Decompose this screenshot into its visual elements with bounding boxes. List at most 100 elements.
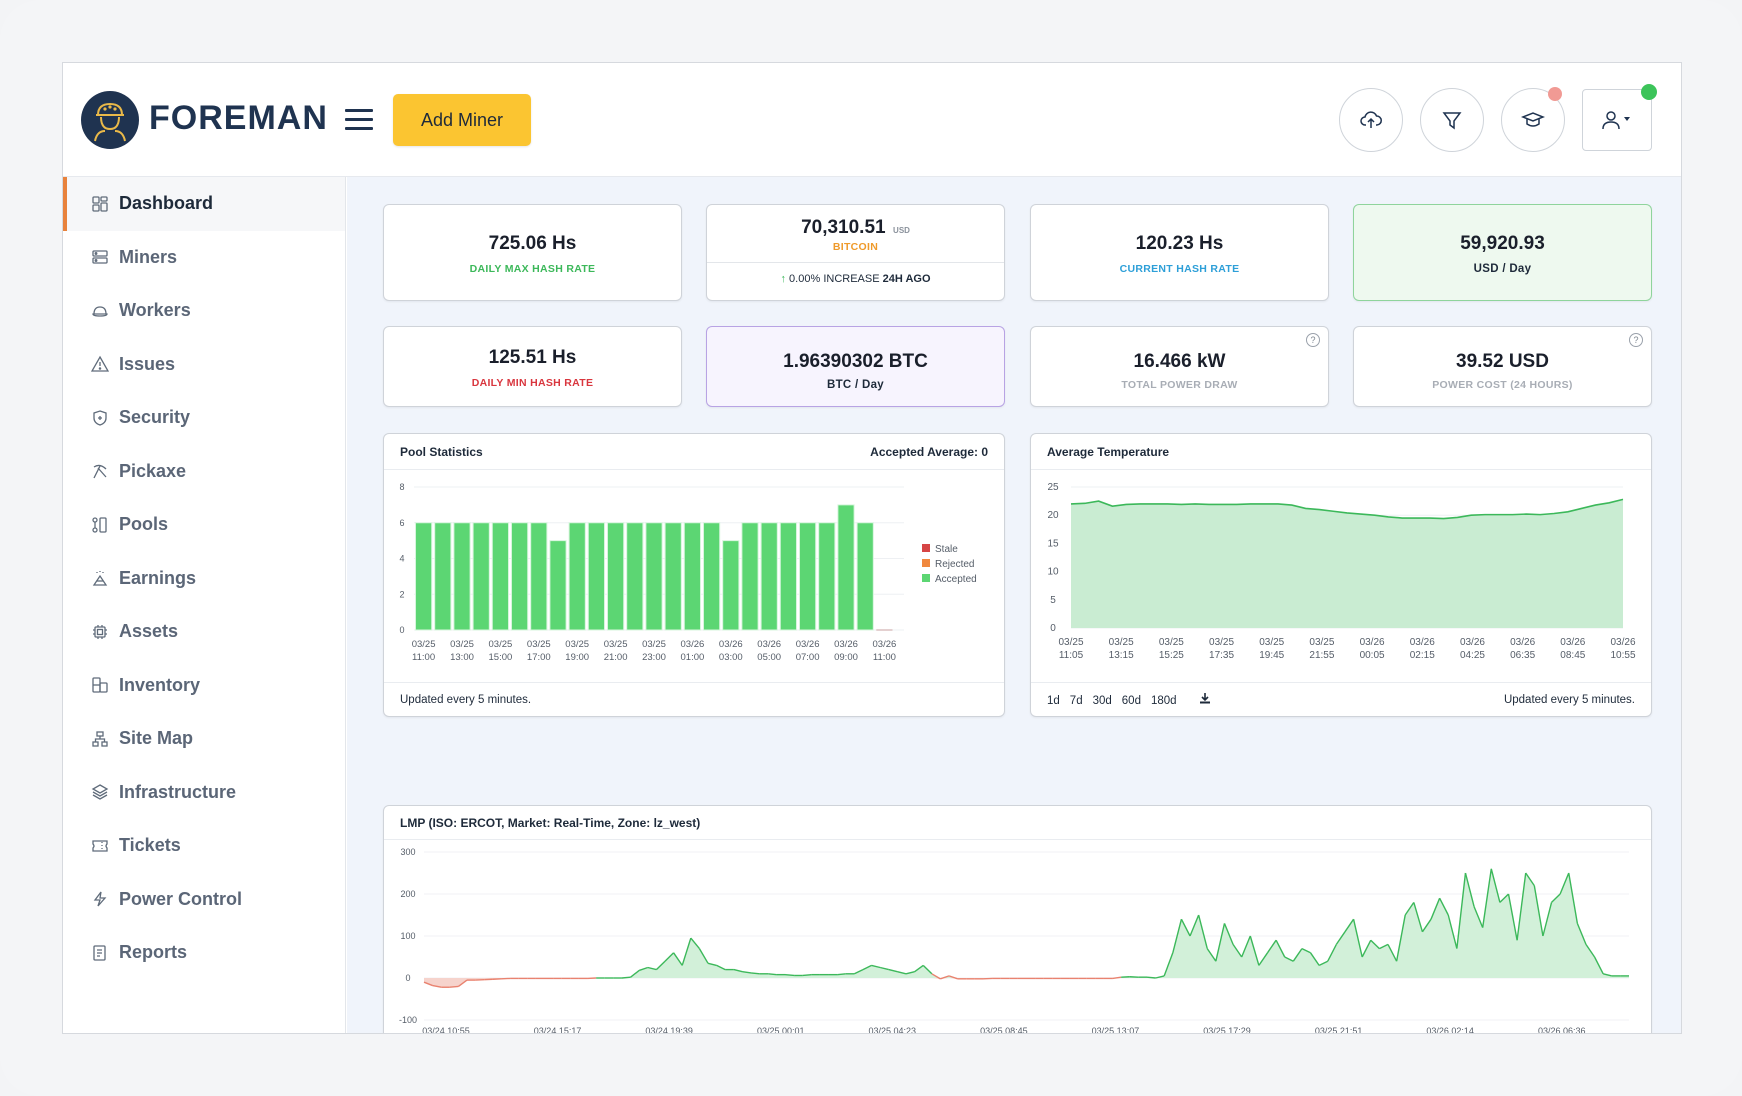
sidebar: Dashboard Miners Workers Issues Security Pick…	[63, 177, 346, 1033]
x-tick-label: 03/26	[1560, 637, 1585, 648]
bitcoin-label: BITCOIN	[832, 241, 879, 253]
range-60d[interactable]: 60d	[1122, 695, 1141, 707]
x-tick-label: 00:05	[1360, 650, 1385, 661]
sidebar-item-tickets[interactable]: Tickets	[63, 819, 345, 873]
header: FOREMAN Add Miner	[63, 63, 1681, 177]
x-tick-label: 15:00	[489, 652, 513, 663]
sidebar-item-inventory[interactable]: Inventory	[63, 659, 345, 713]
lmp-line-segment	[802, 973, 812, 977]
bar-accepted	[760, 522, 778, 631]
x-tick-label: 15:25	[1159, 650, 1184, 661]
lmp-panel: LMP (ISO: ERCOT, Market: Real-Time, Zone…	[383, 805, 1652, 1034]
upload-button[interactable]	[1339, 88, 1403, 152]
user-menu-button[interactable]	[1582, 84, 1657, 151]
max-hash-label: DAILY MAX HASH RATE	[469, 263, 596, 275]
sidebar-item-miners[interactable]: Miners	[63, 231, 345, 285]
x-tick-label: 03/25	[604, 639, 628, 650]
dashboard-icon	[91, 195, 109, 213]
usd-day-label: USD / Day	[1473, 263, 1532, 275]
lmp-line-segment	[837, 973, 846, 976]
x-tick-label: 03/26	[1410, 637, 1435, 648]
bar-accepted	[453, 522, 471, 631]
bar-accepted	[741, 522, 759, 631]
sidebar-item-dashboard[interactable]: Dashboard	[63, 177, 345, 231]
x-tick-label: 11:00	[873, 652, 896, 663]
x-tick-label: 03/26 06:36	[1538, 1026, 1586, 1034]
lightning-icon	[91, 890, 109, 908]
learn-button[interactable]	[1501, 87, 1565, 152]
sidebar-item-pools[interactable]: Pools	[63, 498, 345, 552]
x-tick-label: 03/25 00:01	[757, 1026, 805, 1034]
sidebar-item-site-map[interactable]: Site Map	[63, 712, 345, 766]
help-icon[interactable]: ?	[1306, 333, 1320, 347]
bar-accepted	[549, 540, 567, 631]
bitcoin-price: 70,310.51	[801, 217, 886, 238]
y-tick-label: 0	[399, 625, 404, 635]
window-frame: FOREMAN Add Miner Dashboard Miners Workers…	[0, 0, 1742, 1096]
legend-swatch-rejected	[922, 559, 930, 567]
power-cost-value: 39.52 USD	[1456, 351, 1549, 372]
x-tick-label: 13:15	[1109, 650, 1134, 661]
foreman-logo-icon[interactable]	[81, 91, 139, 149]
pools-icon	[91, 516, 109, 534]
y-tick-label: 15	[1047, 538, 1059, 549]
x-tick-label: 07:00	[796, 652, 820, 663]
sidebar-item-earnings[interactable]: Earnings	[63, 552, 345, 606]
y-tick-label: 0	[405, 973, 410, 983]
range-30d[interactable]: 30d	[1093, 695, 1112, 707]
sidebar-item-workers[interactable]: Workers	[63, 284, 345, 338]
sidebar-item-security[interactable]: Security	[63, 391, 345, 445]
max-hash-value: 725.06 Hs	[488, 233, 577, 254]
y-tick-label: 10	[1047, 567, 1059, 578]
filter-button[interactable]	[1420, 88, 1484, 152]
x-tick-label: 03/26	[1510, 637, 1535, 648]
range-7d[interactable]: 7d	[1070, 695, 1083, 707]
legend-swatch-accepted	[922, 574, 930, 582]
server-icon	[91, 248, 109, 266]
sidebar-item-label: Reports	[119, 942, 188, 963]
x-tick-label: 03/26	[757, 639, 781, 650]
x-tick-label: 03/25	[1109, 637, 1134, 648]
dashboard-main: 725.06 Hs DAILY MAX HASH RATE 70,310.51 …	[347, 177, 1681, 1034]
y-tick-label: 20	[1047, 510, 1059, 521]
stat-card-usd-day: 59,920.93 USD / Day	[1353, 204, 1652, 301]
cloud-upload-icon	[1360, 111, 1382, 128]
download-icon[interactable]	[1199, 693, 1211, 707]
bar-accepted	[415, 522, 433, 631]
stat-card-bitcoin: 70,310.51 USD BITCOIN ↑ 0.00% INCREASE 2…	[706, 204, 1005, 301]
x-tick-label: 06:35	[1510, 650, 1535, 661]
stat-card-current-hash: 120.23 Hs CURRENT HASH RATE	[1030, 204, 1329, 301]
x-tick-label: 03/26	[1460, 637, 1485, 648]
y-tick-label: 200	[400, 889, 415, 899]
sidebar-item-issues[interactable]: Issues	[63, 338, 345, 392]
sidebar-item-label: Dashboard	[119, 193, 214, 214]
x-tick-label: 03/26	[719, 639, 743, 650]
sidebar-item-label: Security	[119, 407, 191, 428]
btc-day-label: BTC / Day	[826, 379, 885, 391]
range-180d[interactable]: 180d	[1151, 695, 1177, 707]
lmp-negative-area	[424, 978, 1629, 988]
sidebar-item-power-control[interactable]: Power Control	[63, 873, 345, 927]
sidebar-item-assets[interactable]: Assets	[63, 605, 345, 659]
bar-accepted	[587, 522, 606, 631]
x-tick-label: 19:00	[565, 652, 589, 663]
sidebar-item-label: Earnings	[119, 567, 197, 588]
lmp-title: LMP (ISO: ERCOT, Market: Real-Time, Zone…	[400, 815, 701, 830]
sidebar-item-reports[interactable]: Reports	[63, 926, 345, 980]
x-tick-label: 01:00	[681, 652, 705, 663]
pickaxe-icon	[91, 462, 109, 480]
sidebar-item-infrastructure[interactable]: Infrastructure	[63, 766, 345, 820]
stat-card-max-hash: 725.06 Hs DAILY MAX HASH RATE	[383, 204, 682, 301]
range-1d[interactable]: 1d	[1047, 695, 1060, 707]
x-tick-label: 10:55	[1610, 650, 1635, 661]
x-tick-label: 03/25	[1259, 637, 1284, 648]
menu-toggle-icon[interactable]	[345, 109, 373, 131]
x-tick-label: 03/25	[450, 639, 474, 650]
help-icon[interactable]: ?	[1629, 333, 1643, 347]
add-miner-button[interactable]: Add Miner	[393, 94, 531, 146]
sidebar-item-pickaxe[interactable]: Pickaxe	[63, 445, 345, 499]
stat-card-power-draw: ? 16.466 kW TOTAL POWER DRAW	[1030, 326, 1329, 407]
notification-badge	[1548, 87, 1562, 101]
stat-card-min-hash: 125.51 Hs DAILY MIN HASH RATE	[383, 326, 682, 407]
x-tick-label: 03/25 04:23	[869, 1026, 917, 1034]
